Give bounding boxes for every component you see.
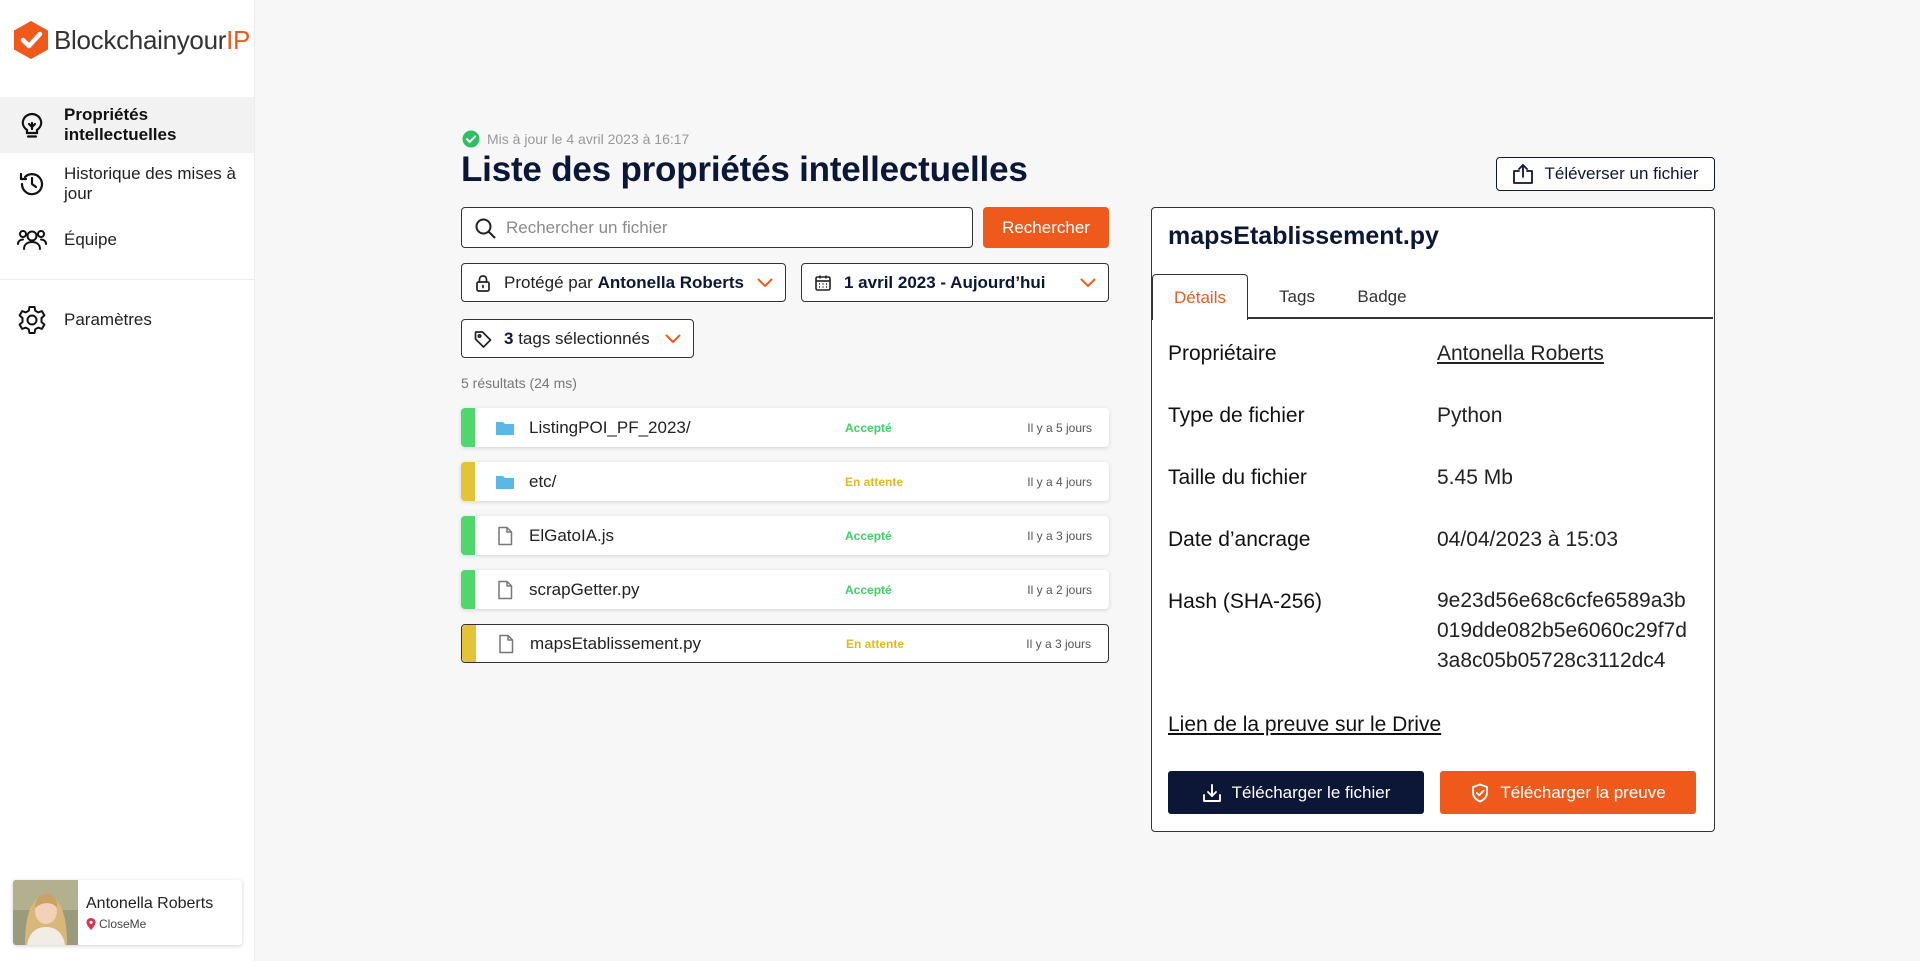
check-circle-icon: [462, 130, 480, 148]
lock-icon: [476, 274, 490, 292]
search-input[interactable]: [506, 217, 946, 238]
status-indicator: [461, 516, 475, 555]
download-icon: [1202, 783, 1221, 802]
chevron-down-icon: [1080, 278, 1096, 287]
drive-proof-link[interactable]: Lien de la preuve sur le Drive: [1168, 713, 1441, 737]
sidebar-item-label: Historique des mises à jour: [64, 164, 236, 203]
row-date: Il y a 3 jours: [1026, 636, 1091, 651]
table-row[interactable]: ElGatoIA.js Accepté Il y a 3 jours: [461, 516, 1109, 555]
file-name: mapsEtablissement.py: [530, 633, 702, 653]
user-name: Antonella Roberts: [86, 894, 214, 912]
upload-icon: [1513, 164, 1534, 184]
user-organization: CloseMe: [86, 917, 213, 931]
search-box: [461, 207, 973, 248]
table-row[interactable]: scrapGetter.py Accepté Il y a 2 jours: [461, 570, 1109, 609]
row-date: Il y a 5 jours: [1027, 420, 1092, 435]
table-row[interactable]: etc/ En attente Il y a 4 jours: [461, 462, 1109, 501]
owner-filter-label: Protégé par Antonella Roberts: [504, 272, 744, 292]
file-name: scrapGetter.py: [529, 579, 640, 599]
calendar-icon: [815, 275, 831, 291]
shield-check-icon: [1472, 783, 1489, 802]
download-proof-button[interactable]: Télécharger la preuve: [1440, 771, 1696, 814]
hash-value: 9e23d56e68c6cfe6589a3b019dde082b5e6060c2…: [1437, 589, 1687, 672]
avatar: [13, 880, 78, 945]
file-name: ListingPOI_PF_2023/: [529, 417, 691, 437]
folder-icon: [496, 421, 514, 435]
search-icon: [475, 218, 496, 238]
detail-title: mapsEtablissement.py: [1168, 222, 1439, 250]
sidebar-item-label: Propriétés intellectuelles: [64, 105, 177, 144]
tab-details[interactable]: Détails: [1152, 274, 1248, 320]
status-badge: En attente: [846, 636, 905, 651]
hash-label: Hash (SHA-256): [1168, 590, 1323, 613]
upload-file-button[interactable]: Téléverser un fichier: [1496, 157, 1715, 191]
sidebar-item-intellectual-properties[interactable]: Propriétés intellectuelles: [0, 97, 254, 153]
page-title: Liste des propriétés intellectuelles: [461, 150, 1028, 189]
tab-badge[interactable]: Badge: [1342, 274, 1422, 319]
status-indicator: [461, 408, 475, 447]
tags-filter-label: 3 tags sélectionnés: [504, 328, 650, 348]
row-date: Il y a 4 jours: [1027, 474, 1092, 489]
sidebar-item-label: Équipe: [64, 230, 117, 249]
date-range-dropdown[interactable]: 1 avril 2023 - Aujourd’hui: [801, 263, 1109, 302]
last-updated: Mis à jour le 4 avril 2023 à 16:17: [462, 130, 689, 148]
owner-link[interactable]: Antonella Roberts: [1437, 342, 1604, 366]
sidebar-item-settings[interactable]: Paramètres: [0, 300, 254, 340]
user-card[interactable]: Antonella Roberts CloseMe: [13, 880, 242, 945]
results-count: 5 résultats (24 ms): [461, 375, 577, 391]
file-name: etc/: [529, 471, 557, 491]
file-size-label: Taille du fichier: [1168, 466, 1307, 489]
file-type-label: Type de fichier: [1168, 404, 1305, 427]
sidebar: BlockchainyourIP Propriétés intellectuel…: [0, 0, 255, 961]
status-badge: Accepté: [845, 528, 892, 543]
table-row[interactable]: ListingPOI_PF_2023/ Accepté Il y a 5 jou…: [461, 408, 1109, 447]
chevron-down-icon: [757, 278, 773, 287]
status-badge: Accepté: [845, 420, 892, 435]
brand-logo[interactable]: BlockchainyourIP: [12, 20, 250, 60]
file-detail-panel: mapsEtablissement.py Détails Tags Badge …: [1151, 207, 1715, 832]
status-indicator: [462, 625, 476, 662]
status-indicator: [461, 570, 475, 609]
row-date: Il y a 2 jours: [1027, 582, 1092, 597]
search-button[interactable]: Rechercher: [983, 207, 1109, 248]
anchor-date-value: 04/04/2023 à 15:03: [1437, 528, 1619, 551]
anchor-date-label: Date d’ancrage: [1168, 528, 1311, 551]
file-type-value: Python: [1437, 404, 1503, 427]
date-range-value: 1 avril 2023 - Aujourd’hui: [844, 272, 1046, 292]
lightbulb-icon: [21, 112, 43, 138]
tag-icon: [474, 330, 492, 348]
owner-filter-dropdown[interactable]: Protégé par Antonella Roberts: [461, 263, 786, 302]
chevron-down-icon: [665, 334, 681, 343]
sidebar-item-label: Paramètres: [64, 310, 152, 329]
status-badge: Accepté: [845, 582, 892, 597]
sidebar-divider: [0, 279, 254, 280]
table-row-selected[interactable]: mapsEtablissement.py En attente Il y a 3…: [461, 624, 1109, 663]
location-pin-icon: [86, 917, 96, 930]
status-badge: En attente: [845, 474, 904, 489]
folder-icon: [496, 475, 514, 489]
file-icon: [499, 634, 514, 653]
file-icon: [498, 580, 513, 599]
team-icon: [17, 230, 47, 250]
owner-label: Propriétaire: [1168, 342, 1277, 365]
history-icon: [19, 172, 44, 196]
tab-tags[interactable]: Tags: [1262, 274, 1332, 319]
logo-check-icon: [14, 21, 48, 59]
file-icon: [498, 526, 513, 545]
download-file-button[interactable]: Télécharger le fichier: [1168, 771, 1424, 814]
file-size-value: 5.45 Mb: [1437, 466, 1513, 489]
sidebar-item-team[interactable]: Équipe: [0, 220, 254, 260]
file-name: ElGatoIA.js: [529, 525, 615, 545]
gear-icon: [18, 306, 46, 334]
tags-filter-dropdown[interactable]: 3 tags sélectionnés: [461, 319, 694, 358]
row-date: Il y a 3 jours: [1027, 528, 1092, 543]
sidebar-item-history[interactable]: Historique des mises à jour: [0, 157, 254, 211]
status-indicator: [461, 462, 475, 501]
brand-name: BlockchainyourIP: [54, 24, 251, 55]
